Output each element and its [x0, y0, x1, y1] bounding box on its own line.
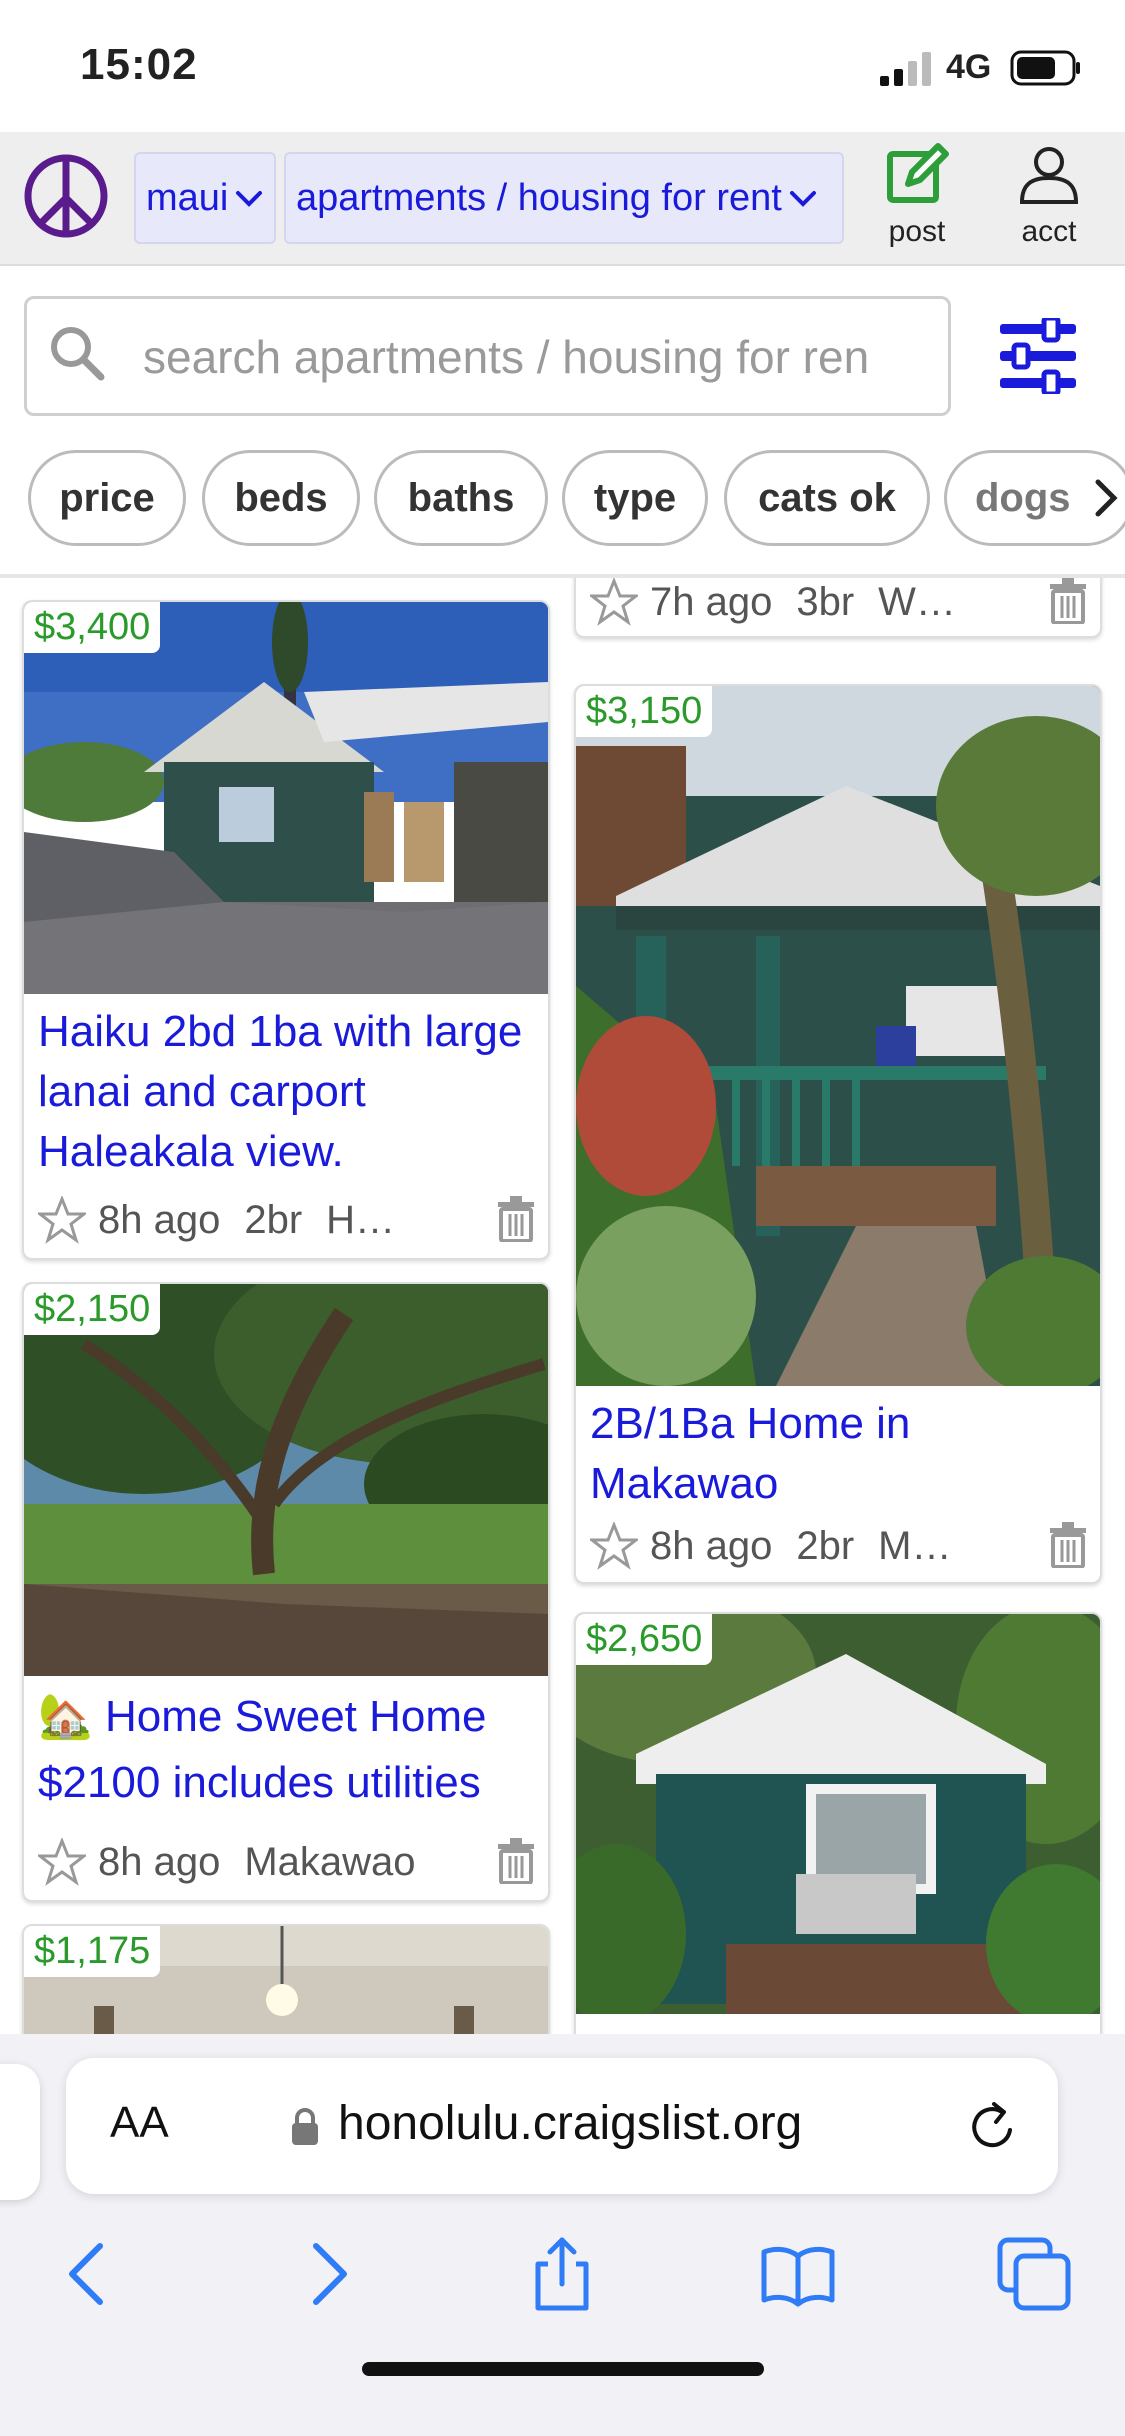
listing-card[interactable]: $2,650 [574, 1612, 1102, 2034]
listing-age: 8h ago [650, 1523, 773, 1568]
listing-meta: 8h ago 2br H… [38, 1190, 538, 1250]
listing-title[interactable]: 🏡 Home Sweet Home $2100 includes utiliti… [38, 1684, 538, 1816]
back-icon[interactable] [48, 2234, 128, 2314]
trash-icon[interactable] [1048, 1522, 1088, 1568]
trash-icon[interactable] [496, 1196, 536, 1242]
listing-card[interactable]: $3,400 Haiku 2bd 1ba with large lanai an… [22, 600, 550, 1260]
chevron-down-icon [236, 191, 263, 207]
address-bar[interactable]: AA honolulu.craigslist.org [66, 2058, 1058, 2194]
listing-area: Makawao [244, 1839, 416, 1884]
search-icon [51, 327, 105, 381]
price-badge: $3,400 [24, 602, 161, 653]
listing-beds: 2br [796, 1523, 855, 1568]
listing-age: 7h ago [650, 579, 773, 624]
listing-title[interactable]: 2B/1Ba Home in Makawao [590, 1394, 1090, 1514]
chevron-right-icon[interactable] [1090, 476, 1124, 520]
category-select[interactable]: apartments / housing for rent [284, 152, 844, 244]
listing-age: 8h ago [98, 1197, 221, 1242]
star-icon[interactable] [38, 1838, 86, 1886]
listing-card[interactable]: $2,150 🏡 Home Sweet Home $2100 includes … [22, 1282, 550, 1902]
listing-card[interactable]: 7h ago 3br W… [574, 578, 1102, 638]
star-icon[interactable] [590, 1522, 638, 1570]
listing-photo[interactable] [576, 686, 1100, 1386]
listing-meta: 8h ago 2br M… [590, 1516, 1090, 1576]
price-badge: $1,175 [24, 1926, 161, 1977]
tabs-icon[interactable] [994, 2234, 1074, 2314]
status-time: 15:02 [80, 40, 198, 89]
listings-grid: $3,400 Haiku 2bd 1ba with large lanai an… [0, 578, 1125, 2034]
listing-beds: 2br [244, 1197, 303, 1242]
listing-age: 8h ago [98, 1839, 221, 1884]
craigslist-header: maui apartments / housing for rent post … [0, 132, 1125, 266]
chip-beds[interactable]: beds [202, 450, 360, 546]
account-button[interactable]: acct [994, 142, 1104, 256]
listing-meta: 7h ago 3br W… [590, 578, 1090, 632]
signal-icon [880, 52, 931, 86]
chevron-down-icon [789, 191, 816, 207]
area-select-label: maui [146, 176, 229, 219]
filter-sliders-icon[interactable] [998, 318, 1078, 394]
peace-logo-icon[interactable] [22, 152, 110, 240]
url-text: honolulu.craigslist.org [338, 2097, 803, 2150]
chip-type[interactable]: type [562, 450, 708, 546]
lock-icon [292, 2108, 318, 2145]
home-indicator[interactable] [362, 2362, 764, 2376]
listing-photo[interactable] [576, 1614, 1100, 2014]
chip-cats-ok[interactable]: cats ok [724, 450, 930, 546]
network-type: 4G [946, 48, 992, 86]
battery-icon [1010, 50, 1080, 86]
listing-card[interactable]: $3,150 2B/1Ba Home in Makawao 8h ago 2br… [574, 684, 1102, 1584]
bookmarks-icon[interactable] [758, 2234, 838, 2314]
forward-icon[interactable] [288, 2234, 368, 2314]
star-icon[interactable] [590, 578, 638, 626]
acct-label: acct [1021, 215, 1077, 248]
star-icon[interactable] [38, 1196, 86, 1244]
person-icon [1019, 147, 1079, 204]
listing-area: W… [878, 579, 956, 624]
post-button[interactable]: post [862, 142, 972, 256]
listing-area: H… [326, 1197, 396, 1242]
chip-baths[interactable]: baths [374, 450, 548, 546]
listing-beds: 3br [796, 579, 855, 624]
search-input[interactable] [143, 317, 943, 397]
trash-icon[interactable] [496, 1838, 536, 1884]
price-badge: $2,650 [576, 1614, 713, 1665]
previous-tab-peek[interactable] [0, 2064, 40, 2200]
reader-settings-button[interactable]: AA [110, 2098, 169, 2148]
chip-price[interactable]: price [28, 450, 186, 546]
search-box [24, 296, 951, 416]
post-label: post [888, 215, 946, 248]
trash-icon[interactable] [1048, 578, 1088, 624]
listing-photo[interactable] [24, 1284, 548, 1676]
listing-meta: 8h ago Makawao [38, 1832, 538, 1892]
area-select[interactable]: maui [134, 152, 276, 244]
reload-icon[interactable] [966, 2100, 1020, 2154]
listing-area: M… [878, 1523, 952, 1568]
post-edit-icon [887, 143, 949, 203]
category-select-label: apartments / housing for rent [296, 176, 782, 219]
listing-card[interactable]: $1,175 [22, 1924, 550, 2034]
price-badge: $2,150 [24, 1284, 161, 1335]
share-icon[interactable] [522, 2234, 602, 2314]
listing-title[interactable]: Haiku 2bd 1ba with large lanai and carpo… [38, 1002, 538, 1182]
listing-photo[interactable] [24, 602, 548, 994]
price-badge: $3,150 [576, 686, 713, 737]
status-bar: 15:02 4G [0, 0, 1125, 132]
filter-chips: price beds baths type cats ok dogs [0, 448, 1125, 578]
